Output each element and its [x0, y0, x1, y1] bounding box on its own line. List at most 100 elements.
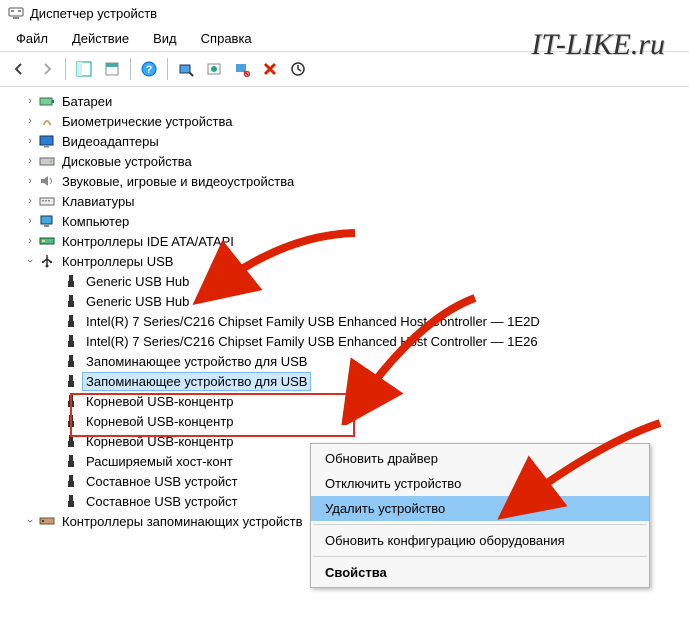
computer-icon: [38, 214, 56, 228]
expand-icon[interactable]: ›: [24, 155, 36, 167]
tree-node-keyboards[interactable]: › Клавиатуры: [2, 191, 687, 211]
node-label: Клавиатуры: [59, 193, 138, 210]
menu-file[interactable]: Файл: [4, 28, 60, 49]
context-menu-scan-hardware[interactable]: Обновить конфигурацию оборудования: [311, 528, 649, 553]
speaker-icon: [38, 174, 56, 188]
tree-node-generic-hub[interactable]: Generic USB Hub: [2, 291, 687, 311]
device-manager-icon: [8, 5, 24, 21]
tree-node-root-hub[interactable]: Корневой USB-концентр: [2, 411, 687, 431]
node-label: Составное USB устройст: [83, 473, 241, 490]
expand-icon[interactable]: ›: [24, 115, 36, 127]
collapse-icon[interactable]: ›: [24, 255, 36, 267]
node-label: Generic USB Hub: [83, 293, 192, 310]
tree-node-batteries[interactable]: › Батареи: [2, 91, 687, 111]
context-menu-separator: [313, 524, 647, 525]
tree-node-disk-drives[interactable]: › Дисковые устройства: [2, 151, 687, 171]
forward-button[interactable]: [34, 56, 60, 82]
tree-node-usb-controllers[interactable]: › Контроллеры USB: [2, 251, 687, 271]
menu-view[interactable]: Вид: [141, 28, 189, 49]
expand-icon[interactable]: ›: [24, 235, 36, 247]
node-label: Запоминающее устройство для USB: [83, 373, 310, 390]
tree-node-biometric[interactable]: › Биометрические устройства: [2, 111, 687, 131]
node-label: Расширяемый хост-конт: [83, 453, 236, 470]
toolbar-separator: [65, 58, 66, 80]
keyboard-icon: [38, 194, 56, 208]
expand-icon[interactable]: ›: [24, 215, 36, 227]
menu-action[interactable]: Действие: [60, 28, 141, 49]
toolbar: ?: [0, 51, 689, 87]
usb-device-icon: [62, 314, 80, 328]
scan-hardware-button[interactable]: [173, 56, 199, 82]
tree-node-display[interactable]: › Видеоадаптеры: [2, 131, 687, 151]
tree-node-sound[interactable]: › Звуковые, игровые и видеоустройства: [2, 171, 687, 191]
node-label: Компьютер: [59, 213, 132, 230]
expand-icon[interactable]: ›: [24, 135, 36, 147]
fingerprint-icon: [38, 114, 56, 128]
back-button[interactable]: [6, 56, 32, 82]
node-label: Биометрические устройства: [59, 113, 235, 130]
controller-icon: [38, 234, 56, 248]
node-label: Видеоадаптеры: [59, 133, 162, 150]
usb-controller-icon: [38, 254, 56, 268]
node-label: Корневой USB-концентр: [83, 433, 237, 450]
expand-icon[interactable]: ›: [24, 95, 36, 107]
usb-device-icon: [62, 414, 80, 428]
tree-node-usb-storage-selected[interactable]: Запоминающее устройство для USB: [2, 371, 687, 391]
expand-icon[interactable]: ›: [24, 195, 36, 207]
usb-device-icon: [62, 394, 80, 408]
properties-button[interactable]: [99, 56, 125, 82]
tree-node-ide-ata[interactable]: › Контроллеры IDE ATA/ATAPI: [2, 231, 687, 251]
node-label: Generic USB Hub: [83, 273, 192, 290]
node-label: Дисковые устройства: [59, 153, 195, 170]
node-label: Контроллеры USB: [59, 253, 176, 270]
tree-node-usb-storage[interactable]: Запоминающее устройство для USB: [2, 351, 687, 371]
disk-drive-icon: [38, 154, 56, 168]
node-label: Составное USB устройст: [83, 493, 241, 510]
node-label: Батареи: [59, 93, 115, 110]
display-adapter-icon: [38, 134, 56, 148]
node-label: Запоминающее устройство для USB: [83, 353, 310, 370]
collapse-icon[interactable]: ›: [24, 515, 36, 527]
update-driver-button[interactable]: [201, 56, 227, 82]
usb-device-icon: [62, 434, 80, 448]
svg-text:?: ?: [146, 64, 153, 76]
node-label: Контроллеры запоминающих устройств: [59, 513, 305, 530]
context-menu: Обновить драйвер Отключить устройство Уд…: [310, 443, 650, 588]
enable-device-button[interactable]: [285, 56, 311, 82]
context-menu-properties[interactable]: Свойства: [311, 560, 649, 585]
tree-node-generic-hub[interactable]: Generic USB Hub: [2, 271, 687, 291]
storage-controller-icon: [38, 514, 56, 528]
tree-node-intel-controller[interactable]: Intel(R) 7 Series/C216 Chipset Family US…: [2, 311, 687, 331]
toolbar-separator: [167, 58, 168, 80]
menubar: Файл Действие Вид Справка: [0, 26, 689, 51]
window-title: Диспетчер устройств: [30, 6, 157, 21]
uninstall-device-button[interactable]: [257, 56, 283, 82]
context-menu-update-driver[interactable]: Обновить драйвер: [311, 446, 649, 471]
usb-device-icon: [62, 274, 80, 288]
node-label: Корневой USB-концентр: [83, 393, 237, 410]
usb-device-icon: [62, 354, 80, 368]
tree-node-computer[interactable]: › Компьютер: [2, 211, 687, 231]
node-label: Intel(R) 7 Series/C216 Chipset Family US…: [83, 333, 541, 350]
node-label: Контроллеры IDE ATA/ATAPI: [59, 233, 237, 250]
context-menu-separator: [313, 556, 647, 557]
usb-device-icon: [62, 494, 80, 508]
tree-node-intel-controller[interactable]: Intel(R) 7 Series/C216 Chipset Family US…: [2, 331, 687, 351]
battery-icon: [38, 94, 56, 108]
show-hide-tree-button[interactable]: [71, 56, 97, 82]
tree-node-root-hub[interactable]: Корневой USB-концентр: [2, 391, 687, 411]
disable-device-button[interactable]: [229, 56, 255, 82]
expand-icon[interactable]: ›: [24, 175, 36, 187]
node-label: Звуковые, игровые и видеоустройства: [59, 173, 297, 190]
usb-device-icon: [62, 454, 80, 468]
context-menu-uninstall-device[interactable]: Удалить устройство: [311, 496, 649, 521]
usb-device-icon: [62, 294, 80, 308]
node-label: Корневой USB-концентр: [83, 413, 237, 430]
usb-device-icon: [62, 374, 80, 388]
node-label: Intel(R) 7 Series/C216 Chipset Family US…: [83, 313, 543, 330]
help-button[interactable]: ?: [136, 56, 162, 82]
toolbar-separator: [130, 58, 131, 80]
menu-help[interactable]: Справка: [189, 28, 264, 49]
context-menu-disable-device[interactable]: Отключить устройство: [311, 471, 649, 496]
titlebar: Диспетчер устройств: [0, 0, 689, 26]
